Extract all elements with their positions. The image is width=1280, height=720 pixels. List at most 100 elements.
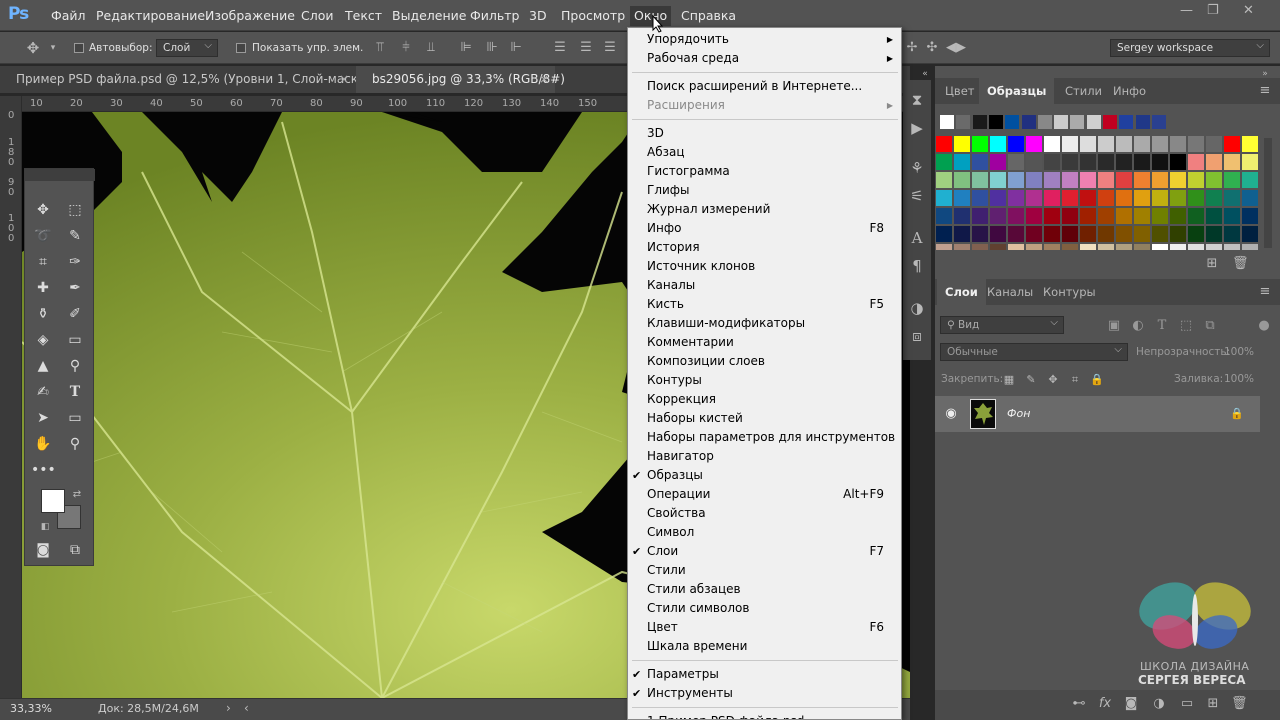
swatch[interactable] xyxy=(1188,208,1204,224)
swatch[interactable] xyxy=(1152,172,1168,188)
swatch[interactable] xyxy=(1242,190,1258,206)
swatch[interactable] xyxy=(1008,172,1024,188)
swatch[interactable] xyxy=(1086,115,1101,129)
menu-item[interactable]: Стили xyxy=(628,561,901,580)
swatch[interactable] xyxy=(936,136,952,152)
menu-item[interactable]: Стили символов xyxy=(628,599,901,618)
swatch[interactable] xyxy=(990,136,1006,152)
swatch[interactable] xyxy=(1151,115,1166,129)
swatch[interactable] xyxy=(1134,190,1150,206)
autoselect-checkbox[interactable] xyxy=(74,43,84,53)
swatch[interactable] xyxy=(990,208,1006,224)
swatch[interactable] xyxy=(1170,136,1186,152)
lock-pixels-icon[interactable]: ✎ xyxy=(1024,372,1038,388)
healing-brush-tool-icon[interactable]: ✚ xyxy=(31,277,55,299)
swatch[interactable] xyxy=(1152,244,1168,250)
menu-item[interactable]: Наборы кистей xyxy=(628,409,901,428)
marquee-tool-icon[interactable]: ⬚ xyxy=(63,199,87,221)
swatch[interactable] xyxy=(1170,244,1186,250)
lock-all-icon[interactable]: 🔒 xyxy=(1090,372,1104,388)
tab-jpg-document[interactable]: bs29056.jpg @ 33,3% (RGB/8#) × xyxy=(356,66,565,93)
3d-pan-icon[interactable]: ✢ xyxy=(904,40,920,56)
menu-item[interactable]: Цвет F6 xyxy=(628,618,901,637)
swatch[interactable] xyxy=(1044,154,1060,170)
visibility-eye-icon[interactable]: ◉ xyxy=(943,406,959,422)
swatch[interactable] xyxy=(1103,115,1117,129)
swatch[interactable] xyxy=(988,115,1003,129)
filter-toggle-icon[interactable]: ● xyxy=(1258,318,1270,334)
swatch[interactable] xyxy=(1224,172,1240,188)
new-group-icon[interactable]: ▭ xyxy=(1179,696,1195,712)
menu-item[interactable]: Рабочая среда ▶ xyxy=(628,49,901,68)
menu-item[interactable]: 3D xyxy=(628,124,901,143)
path-select-tool-icon[interactable]: ➤ xyxy=(31,407,55,429)
swatch[interactable] xyxy=(1037,115,1052,129)
swatch[interactable] xyxy=(954,244,970,250)
tab-channels[interactable]: Каналы xyxy=(979,279,1041,305)
swatch[interactable] xyxy=(1224,154,1240,170)
more-tools-icon[interactable]: ••• xyxy=(31,459,56,481)
quick-mask-icon[interactable]: ◙ xyxy=(31,539,55,561)
swatch[interactable] xyxy=(1206,208,1222,224)
workspace-dropdown[interactable]: Sergey workspace xyxy=(1110,38,1270,57)
menu-item[interactable]: Символ xyxy=(628,523,901,542)
menu-item[interactable]: ✔ Инструменты xyxy=(628,684,901,703)
delete-layer-icon[interactable]: 🗑 xyxy=(1231,696,1248,712)
swatch[interactable] xyxy=(1008,190,1024,206)
swatch[interactable] xyxy=(1206,244,1222,250)
menu-item[interactable]: ✔ Параметры xyxy=(628,665,901,684)
rectangle-tool-icon[interactable]: ▭ xyxy=(63,407,87,429)
swatch[interactable] xyxy=(1008,136,1024,152)
menu-item[interactable]: Операции Alt+F9 xyxy=(628,485,901,504)
swatch[interactable] xyxy=(940,115,954,129)
swatches-scrollbar[interactable] xyxy=(1264,138,1272,248)
menu-item[interactable]: Навигатор xyxy=(628,447,901,466)
close-tab-icon[interactable]: × xyxy=(539,66,549,93)
brush-panel-icon[interactable]: ⚘ xyxy=(908,160,926,176)
menu-item[interactable]: ✔ Образцы xyxy=(628,466,901,485)
3d-scale-icon[interactable]: ◀▶ xyxy=(946,40,966,56)
swatch[interactable] xyxy=(1098,190,1114,206)
filter-shape-icon[interactable]: ⬚ xyxy=(1178,318,1194,334)
menu-item[interactable]: Свойства xyxy=(628,504,901,523)
history-panel-icon[interactable]: ⧗ xyxy=(908,92,926,108)
swatch[interactable] xyxy=(1098,226,1114,242)
minimize-button[interactable]: — xyxy=(1180,3,1193,18)
menu-item[interactable]: Инфо F8 xyxy=(628,219,901,238)
filter-adjustment-icon[interactable]: ◐ xyxy=(1130,318,1146,334)
menu-item[interactable]: ✔ Слои F7 xyxy=(628,542,901,561)
menu-item[interactable]: Контуры xyxy=(628,371,901,390)
swatch[interactable] xyxy=(1062,136,1078,152)
swatch[interactable] xyxy=(1134,154,1150,170)
menu-edit[interactable]: Редактирование xyxy=(96,8,205,23)
swatch[interactable] xyxy=(1206,190,1222,206)
menu-file[interactable]: Файл xyxy=(51,8,86,23)
swatch[interactable] xyxy=(1152,154,1168,170)
filter-pixel-icon[interactable]: ▣ xyxy=(1106,318,1122,334)
swatch[interactable] xyxy=(1170,226,1186,242)
swatch[interactable] xyxy=(1242,208,1258,224)
swatch[interactable] xyxy=(990,172,1006,188)
blur-tool-icon[interactable]: ▲ xyxy=(31,355,55,377)
distribute-top-icon[interactable]: ☰ xyxy=(552,40,568,56)
3d-slide-icon[interactable]: ✣ xyxy=(924,40,940,56)
menu-image[interactable]: Изображение xyxy=(205,8,295,23)
align-right-icon[interactable]: ⊩ xyxy=(508,40,524,56)
menu-item[interactable]: Композиции слоев xyxy=(628,352,901,371)
blend-mode-dropdown[interactable]: Обычные xyxy=(940,342,1128,361)
menu-item[interactable]: Наборы параметров для инструментов xyxy=(628,428,901,447)
show-controls-checkbox[interactable] xyxy=(236,43,246,53)
swatch[interactable] xyxy=(1116,244,1132,250)
dodge-tool-icon[interactable]: ⚲ xyxy=(63,355,87,377)
layer-style-icon[interactable]: fx xyxy=(1097,696,1113,712)
swatch[interactable] xyxy=(1134,226,1150,242)
menu-view[interactable]: Просмотр xyxy=(561,8,625,23)
swatch[interactable] xyxy=(1080,208,1096,224)
menu-window[interactable]: Окно xyxy=(630,6,672,26)
menu-help[interactable]: Справка xyxy=(681,8,736,23)
lock-transparent-icon[interactable]: ▦ xyxy=(1002,372,1016,388)
swatch[interactable] xyxy=(1098,154,1114,170)
menu-item[interactable]: Поиск расширений в Интернете... xyxy=(628,77,901,96)
swatch[interactable] xyxy=(1062,208,1078,224)
swatch[interactable] xyxy=(1170,154,1186,170)
